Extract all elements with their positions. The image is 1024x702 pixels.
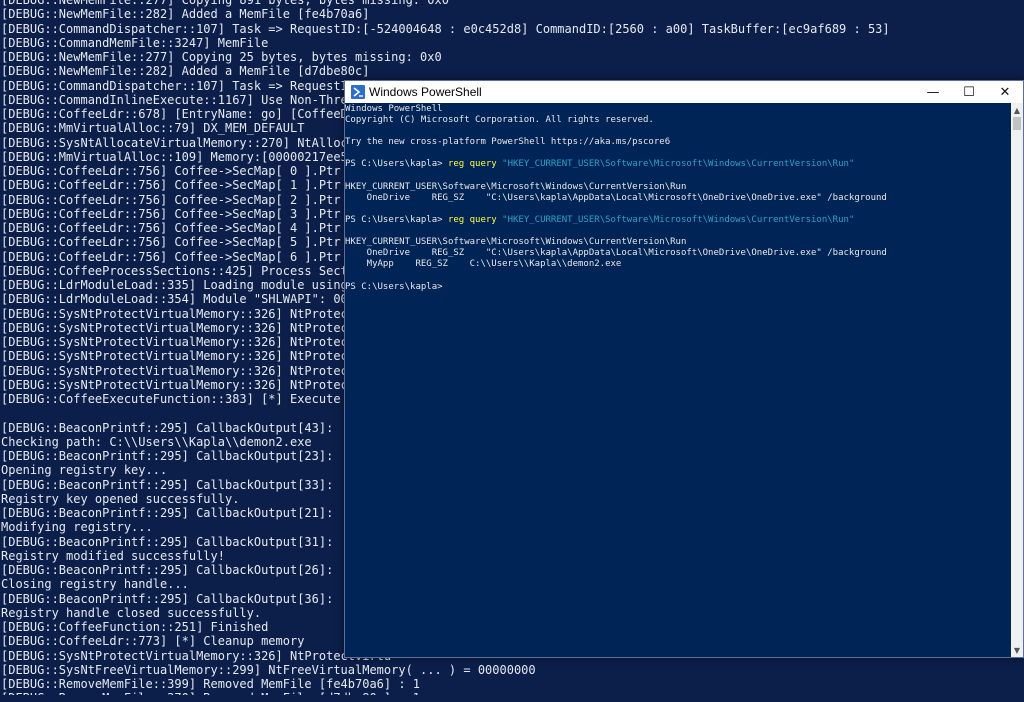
powershell-line: Try the new cross-platform PowerShell ht… xyxy=(345,137,1011,148)
powershell-window[interactable]: Windows PowerShell — ☐ ✕ Windows PowerSh… xyxy=(344,80,1024,658)
powershell-line xyxy=(345,204,1011,215)
output-text: HKEY_CURRENT_USER\Software\Microsoft\Win… xyxy=(345,181,687,192)
scroll-down-arrow-icon[interactable]: ▼ xyxy=(1011,643,1023,657)
scroll-up-arrow-icon[interactable]: ▲ xyxy=(1011,103,1023,117)
powershell-line: HKEY_CURRENT_USER\Software\Microsoft\Win… xyxy=(345,237,1011,248)
console-line: [DEBUG::NewMemFile::277] Copying 25 byte… xyxy=(1,50,442,64)
minimize-button[interactable]: — xyxy=(915,81,951,103)
powershell-line xyxy=(345,270,1011,281)
console-line: [DEBUG::RemoveMemFile::370] Removed MemF… xyxy=(0,691,1024,695)
output-text: PS C:\Users\kapla> xyxy=(345,214,448,225)
output-text: Copyright (C) Microsoft Corporation. All… xyxy=(345,115,654,126)
string-argument: "HKEY_CURRENT_USER\Software\Microsoft\Wi… xyxy=(502,214,855,225)
powershell-console-output[interactable]: Windows PowerShell Copyright (C) Microsof… xyxy=(345,103,1011,657)
string-argument: "HKEY_CURRENT_USER\Software\Microsoft\Wi… xyxy=(502,159,855,170)
powershell-line: PS C:\Users\kapla> xyxy=(345,282,1011,293)
console-line: [DEBUG::NewMemFile::277] Copying 891 byt… xyxy=(1,0,449,7)
output-text: OneDrive REG_SZ "C:\Users\kapla\AppData\… xyxy=(345,192,887,203)
close-button[interactable]: ✕ xyxy=(987,81,1023,103)
powershell-line: OneDrive REG_SZ "C:\Users\kapla\AppData\… xyxy=(345,193,1011,204)
powershell-icon xyxy=(351,85,365,99)
powershell-titlebar[interactable]: Windows PowerShell — ☐ ✕ xyxy=(345,81,1023,103)
powershell-line: PS C:\Users\kapla> reg query "HKEY_CURRE… xyxy=(345,159,1011,170)
console-line: [DEBUG::SysNtFreeVirtualMemory::299] NtF… xyxy=(1,662,536,677)
window-title: Windows PowerShell xyxy=(369,85,482,99)
output-text: PS C:\Users\kapla> xyxy=(345,159,448,170)
powershell-line: HKEY_CURRENT_USER\Software\Microsoft\Win… xyxy=(345,182,1011,193)
console-line: [DEBUG::NewMemFile::282] Added a MemFile… xyxy=(1,7,370,22)
powershell-line: Copyright (C) Microsoft Corporation. All… xyxy=(345,115,1011,126)
output-text: Try the new cross-platform PowerShell ht… xyxy=(345,137,671,148)
powershell-line: PS C:\Users\kapla> reg query "HKEY_CURRE… xyxy=(345,215,1011,226)
console-line: [DEBUG::CommandMemFile::3247] MemFile xyxy=(1,35,269,50)
output-text: OneDrive REG_SZ "C:\Users\kapla\AppData\… xyxy=(345,248,887,259)
vertical-scrollbar[interactable]: ▲ ▼ xyxy=(1011,103,1023,657)
output-text: HKEY_CURRENT_USER\Software\Microsoft\Win… xyxy=(345,237,687,248)
output-text: MyApp REG_SZ C:\\Users\\Kapla\\demon2.ex… xyxy=(345,259,622,270)
console-line: [DEBUG::RemoveMemFile::399] Removed MemF… xyxy=(1,677,421,691)
powershell-line: OneDrive REG_SZ "C:\Users\kapla\AppData\… xyxy=(345,248,1011,259)
powershell-line: Windows PowerShell xyxy=(345,104,1011,115)
powershell-line xyxy=(345,126,1011,137)
maximize-button[interactable]: ☐ xyxy=(951,81,987,103)
command-text: reg query xyxy=(447,159,497,170)
powershell-line: MyApp REG_SZ C:\\Users\\Kapla\\demon2.ex… xyxy=(345,259,1011,270)
console-line: [DEBUG::NewMemFile::282] Added a MemFile… xyxy=(1,64,370,79)
powershell-line xyxy=(345,148,1011,159)
scroll-thumb[interactable] xyxy=(1013,117,1021,130)
powershell-line xyxy=(345,226,1011,237)
powershell-line xyxy=(345,171,1011,182)
output-text: PS C:\Users\kapla> xyxy=(345,281,448,292)
console-line: [DEBUG::CommandDispatcher::107] Task => … xyxy=(1,21,890,36)
command-text: reg query xyxy=(447,214,497,225)
output-text: Windows PowerShell xyxy=(345,104,443,114)
